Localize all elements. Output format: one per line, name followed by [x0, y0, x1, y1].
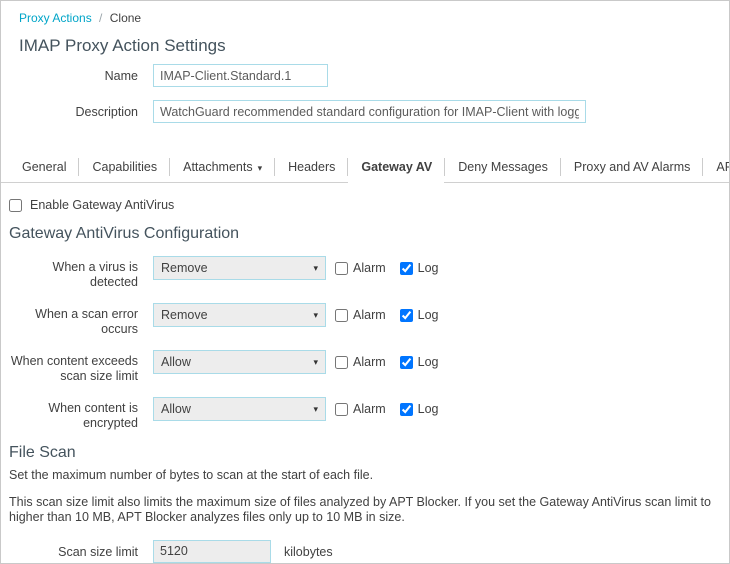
- tab-proxy-and-av-alarms[interactable]: Proxy and AV Alarms: [561, 153, 704, 182]
- description-label: Description: [9, 100, 138, 120]
- name-label: Name: [9, 64, 138, 84]
- file-scan-description-1: Set the maximum number of bytes to scan …: [9, 468, 711, 484]
- content-exceeds-log-group[interactable]: Log: [400, 350, 439, 369]
- content-exceeds-select-value: Allow: [161, 355, 191, 369]
- enable-gateway-antivirus-label: Enable Gateway AntiVirus: [30, 198, 174, 212]
- chevron-down-icon: ▾: [313, 310, 318, 321]
- content-exceeds-select[interactable]: Allow ▾: [153, 350, 326, 374]
- virus-detected-select-value: Remove: [161, 261, 208, 275]
- tab-general[interactable]: General: [9, 153, 79, 182]
- tab-gateway-av[interactable]: Gateway AV: [348, 153, 445, 182]
- imap-proxy-settings-page: Proxy Actions / Clone IMAP Proxy Action …: [0, 0, 730, 564]
- virus-detected-log-checkbox[interactable]: [400, 262, 413, 275]
- log-label: Log: [418, 261, 439, 275]
- breadcrumb: Proxy Actions / Clone: [1, 1, 729, 25]
- scan-error-log-group[interactable]: Log: [400, 303, 439, 322]
- scan-error-alarm-checkbox[interactable]: [335, 309, 348, 322]
- alarm-label: Alarm: [353, 355, 386, 369]
- content-encrypted-select[interactable]: Allow ▾: [153, 397, 326, 421]
- content-encrypted-alarm-checkbox[interactable]: [335, 403, 348, 416]
- content-encrypted-log-group[interactable]: Log: [400, 397, 439, 416]
- scan-size-limit-input[interactable]: [153, 540, 271, 563]
- virus-detected-alarm-checkbox[interactable]: [335, 262, 348, 275]
- name-field-row: Name: [1, 64, 729, 87]
- content-encrypted-select-value: Allow: [161, 402, 191, 416]
- tab-headers[interactable]: Headers: [275, 153, 348, 182]
- virus-detected-label: When a virus is detected: [9, 256, 138, 290]
- file-scan-description-2: This scan size limit also limits the max…: [9, 495, 711, 526]
- alarm-label: Alarm: [353, 261, 386, 275]
- breadcrumb-link-proxy-actions[interactable]: Proxy Actions: [19, 11, 92, 25]
- scan-error-label: When a scan error occurs: [9, 303, 138, 337]
- breadcrumb-separator: /: [99, 11, 102, 25]
- virus-detected-row: When a virus is detected Remove ▾ Alarm …: [1, 256, 729, 290]
- scan-error-select[interactable]: Remove ▾: [153, 303, 326, 327]
- gateway-av-tab-content: Enable Gateway AntiVirus Gateway AntiVir…: [1, 198, 729, 564]
- chevron-down-icon: ▾: [313, 357, 318, 368]
- tab-apt-blocker[interactable]: APT Blocker: [703, 153, 730, 182]
- description-input[interactable]: [153, 100, 586, 123]
- virus-detected-select[interactable]: Remove ▾: [153, 256, 326, 280]
- log-label: Log: [418, 308, 439, 322]
- content-encrypted-row: When content is encrypted Allow ▾ Alarm …: [1, 397, 729, 431]
- tab-attachments[interactable]: Attachments ▾: [170, 153, 275, 182]
- content-encrypted-label: When content is encrypted: [9, 397, 138, 431]
- virus-detected-alarm-group[interactable]: Alarm: [335, 256, 386, 275]
- enable-gateway-antivirus-row[interactable]: Enable Gateway AntiVirus: [9, 198, 729, 212]
- description-field-row: Description: [1, 100, 729, 123]
- page-title: IMAP Proxy Action Settings: [19, 36, 729, 56]
- content-exceeds-alarm-group[interactable]: Alarm: [335, 350, 386, 369]
- alarm-label: Alarm: [353, 308, 386, 322]
- content-exceeds-alarm-checkbox[interactable]: [335, 356, 348, 369]
- content-encrypted-log-checkbox[interactable]: [400, 403, 413, 416]
- scan-error-alarm-group[interactable]: Alarm: [335, 303, 386, 322]
- tab-capabilities[interactable]: Capabilities: [79, 153, 170, 182]
- chevron-down-icon: ▾: [313, 404, 318, 415]
- name-input[interactable]: [153, 64, 328, 87]
- scan-error-row: When a scan error occurs Remove ▾ Alarm …: [1, 303, 729, 337]
- log-label: Log: [418, 355, 439, 369]
- scan-size-limit-label: Scan size limit: [9, 540, 138, 560]
- gateway-antivirus-configuration-heading: Gateway AntiVirus Configuration: [9, 225, 729, 243]
- tab-bar: General Capabilities Attachments ▾ Header…: [1, 153, 729, 183]
- chevron-down-icon: ▾: [258, 163, 263, 173]
- tab-attachments-label: Attachments: [183, 160, 252, 174]
- content-encrypted-alarm-group[interactable]: Alarm: [335, 397, 386, 416]
- alarm-label: Alarm: [353, 402, 386, 416]
- log-label: Log: [418, 402, 439, 416]
- enable-gateway-antivirus-checkbox[interactable]: [9, 199, 22, 212]
- scan-size-limit-row: Scan size limit kilobytes: [1, 540, 729, 563]
- virus-detected-log-group[interactable]: Log: [400, 256, 439, 275]
- scan-error-log-checkbox[interactable]: [400, 309, 413, 322]
- content-exceeds-label: When content exceeds scan size limit: [9, 350, 138, 384]
- tab-deny-messages[interactable]: Deny Messages: [445, 153, 561, 182]
- content-exceeds-row: When content exceeds scan size limit All…: [1, 350, 729, 384]
- chevron-down-icon: ▾: [313, 263, 318, 274]
- file-scan-heading: File Scan: [9, 444, 729, 462]
- content-exceeds-log-checkbox[interactable]: [400, 356, 413, 369]
- scan-error-select-value: Remove: [161, 308, 208, 322]
- scan-size-unit-label: kilobytes: [284, 540, 333, 559]
- breadcrumb-current-clone: Clone: [110, 11, 141, 25]
